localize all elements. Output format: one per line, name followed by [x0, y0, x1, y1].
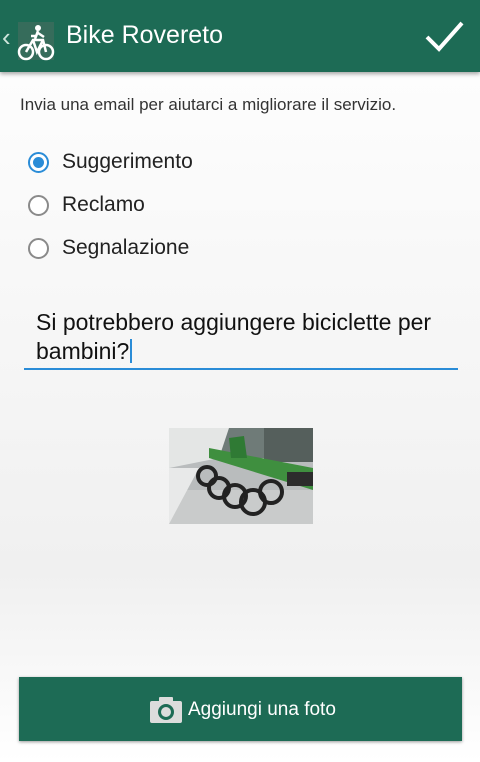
app-bar: ‹ Bike Rovereto: [0, 0, 480, 72]
checkmark-icon[interactable]: [422, 14, 466, 58]
radio-suggerimento[interactable]: Suggerimento: [28, 148, 328, 180]
bike-logo-icon: [17, 22, 55, 61]
radio-label: Segnalazione: [62, 236, 190, 259]
add-photo-label: Aggiungi una foto: [188, 699, 336, 720]
radio-button[interactable]: [28, 238, 49, 259]
intro-text: Invia una email per aiutarci a migliorar…: [20, 95, 397, 114]
text-caret: [130, 339, 133, 363]
chevron-left-icon: ‹: [2, 22, 11, 52]
camera-icon: [150, 697, 182, 723]
radio-label: Reclamo: [62, 193, 145, 216]
message-input[interactable]: Si potrebbero aggiungere biciclette per …: [24, 304, 458, 370]
radio-reclamo[interactable]: Reclamo: [28, 191, 328, 223]
radio-segnalazione[interactable]: Segnalazione: [28, 234, 328, 266]
radio-button[interactable]: [28, 195, 49, 216]
app-title: Bike Rovereto: [66, 21, 224, 49]
add-photo-button[interactable]: Aggiungi una foto: [19, 677, 462, 741]
message-text: Si potrebbero aggiungere biciclette per …: [36, 309, 432, 364]
radio-button[interactable]: [28, 152, 49, 173]
back-button[interactable]: ‹: [0, 8, 60, 64]
photo-thumbnail[interactable]: [169, 428, 313, 524]
radio-label: Suggerimento: [62, 150, 193, 173]
